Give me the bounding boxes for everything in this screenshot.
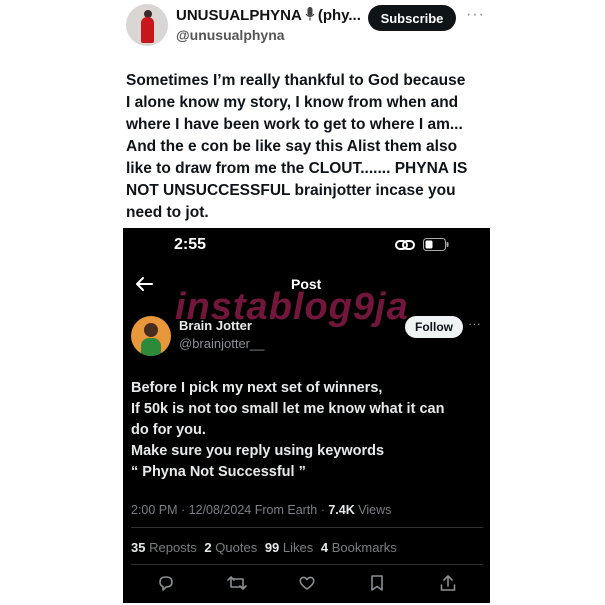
tweet-date: 12/08/2024: [188, 503, 252, 517]
display-name-suffix: (phy...: [317, 7, 361, 24]
bookmarks-label: Bookmarks: [331, 540, 397, 555]
likes-label: Likes: [282, 540, 314, 555]
display-name-text: UNUSUALPHYNA: [176, 7, 302, 24]
user-handle[interactable]: @unusualphyna: [176, 27, 285, 43]
tweet-text-line: Make sure you reply using keywords: [131, 443, 385, 459]
reposts-label: Reposts: [149, 540, 197, 555]
tweet-text: Before I pick my next set of winners, If…: [131, 378, 483, 483]
tweet-time: 2:00 PM: [131, 503, 178, 517]
quotes-stat[interactable]: 2 Quotes: [204, 540, 257, 555]
bookmarks-count: 4: [320, 540, 329, 555]
display-name[interactable]: UNUSUALPHYNA (phy...: [176, 7, 361, 26]
post-text-line: Sometimes I’m really thankful to God bec…: [126, 72, 466, 89]
reposts-count: 35: [131, 540, 146, 555]
divider: [131, 527, 483, 528]
bookmarks-stat[interactable]: 4 Bookmarks: [321, 540, 397, 555]
tweet-text-line: do for you.: [131, 422, 206, 438]
tweet-source: From Earth: [254, 503, 318, 517]
reply-icon[interactable]: [157, 574, 175, 597]
follow-button[interactable]: Follow: [405, 316, 463, 338]
reposts-stat[interactable]: 35 Reposts: [131, 540, 197, 555]
microphone-icon: [305, 7, 315, 26]
likes-stat[interactable]: 99 Likes: [265, 540, 313, 555]
post-text-line: need to jot.: [126, 204, 209, 221]
tweet-meta: 2:00 PM · 12/08/2024 From Earth · 7.4K V…: [131, 503, 392, 517]
tweet-stats: 35 Reposts 2 Quotes 99 Likes 4 Bookmarks: [131, 540, 401, 555]
quotes-count: 2: [204, 540, 212, 555]
likes-count: 99: [264, 540, 280, 555]
post-text-line: And the e con be like say this Alist the…: [126, 138, 458, 155]
avatar-figure-body: [141, 17, 154, 43]
tweet-text-line: “ Phyna Not Successful ”: [131, 464, 306, 480]
link-icon: [395, 238, 415, 256]
embedded-screenshot: 2:55 Post instablog9ja Brain Jotter @bra…: [123, 228, 490, 603]
tweet-text-line: Before I pick my next set of winners,: [131, 380, 383, 396]
divider: [131, 564, 483, 565]
views-count: 7.4K: [328, 503, 355, 517]
more-options-icon[interactable]: ···: [466, 6, 485, 24]
views-label: Views: [358, 503, 392, 517]
author-handle[interactable]: @brainjotter__: [179, 336, 264, 351]
tweet-text-line: If 50k is not too small let me know what…: [131, 401, 445, 417]
action-bar: [123, 574, 490, 598]
author-avatar-head: [144, 323, 158, 337]
bookmark-icon[interactable]: [369, 574, 385, 597]
quotes-label: Quotes: [215, 540, 258, 555]
like-icon[interactable]: [298, 574, 316, 597]
post-text-line: NOT UNSUCCESSFUL brainjotter incase you: [126, 182, 456, 199]
post-text: Sometimes I’m really thankful to God bec…: [126, 70, 496, 224]
author-avatar[interactable]: [131, 316, 171, 356]
status-time: 2:55: [174, 236, 207, 253]
repost-icon[interactable]: [227, 574, 247, 597]
post-text-line: I alone know my story, I know from when …: [126, 94, 459, 111]
author-avatar-body: [141, 338, 161, 356]
more-options-icon[interactable]: ···: [468, 316, 481, 331]
share-icon[interactable]: [439, 574, 457, 597]
avatar[interactable]: [126, 4, 168, 46]
author-name[interactable]: Brain Jotter: [179, 318, 252, 333]
post-text-line: like to draw from me the CLOUT....... PH…: [126, 160, 468, 177]
subscribe-button[interactable]: Subscribe: [368, 5, 456, 31]
back-arrow-icon[interactable]: [135, 276, 153, 297]
post-text-line: where I have been work to get to where I…: [126, 116, 463, 133]
battery-icon: [423, 238, 449, 256]
outer-post: UNUSUALPHYNA (phy... @unusualphyna Subscr…: [0, 0, 605, 605]
